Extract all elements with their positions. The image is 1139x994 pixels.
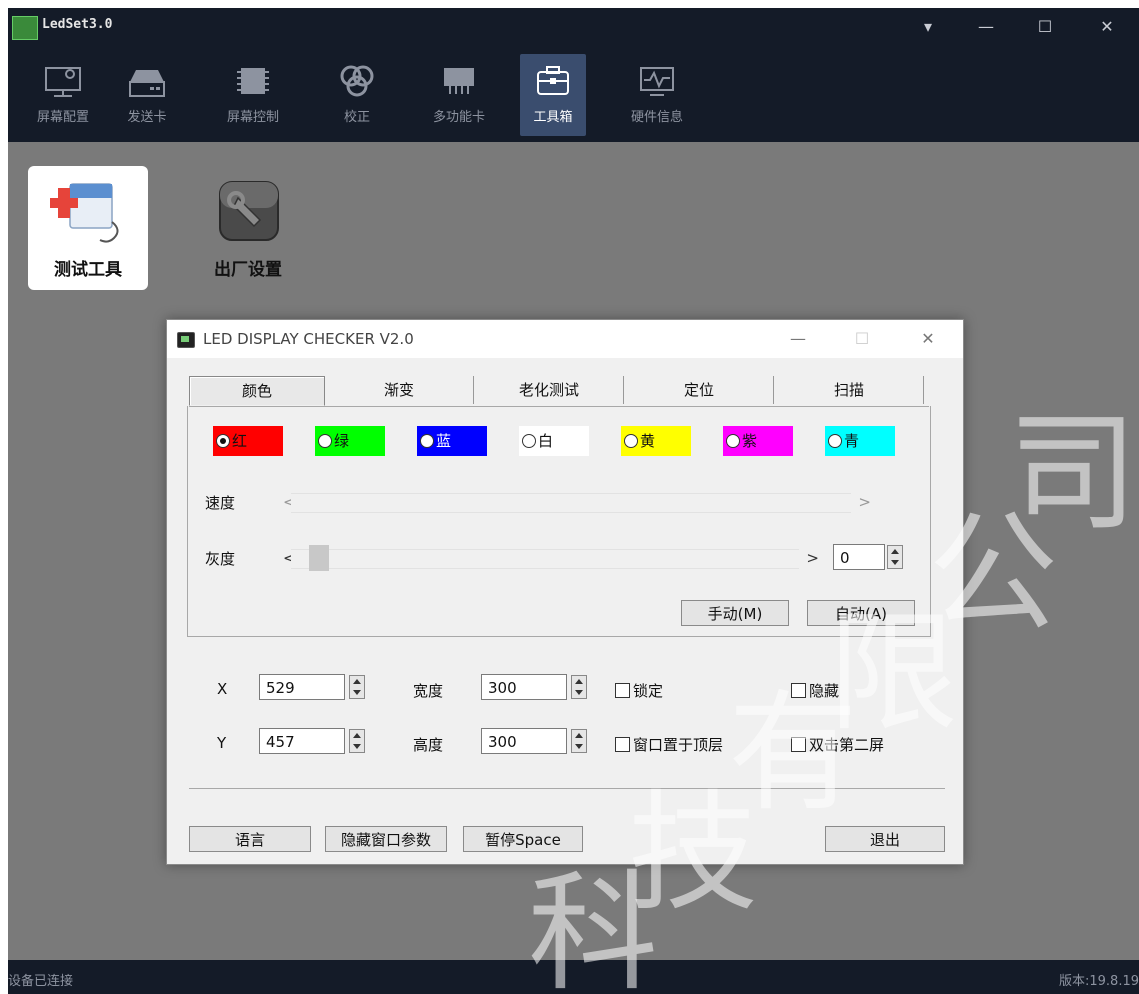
- double-click-second-screen-checkbox[interactable]: 双击第二屏: [791, 734, 884, 755]
- desktop-item-label: 出厂设置: [214, 260, 282, 280]
- tab-locate[interactable]: 定位: [625, 376, 774, 404]
- gray-spinner-icon[interactable]: [887, 545, 903, 569]
- multifunction-card-icon: [444, 68, 474, 94]
- toolbox-icon: [537, 66, 569, 95]
- toolbar-screen-control[interactable]: 屏幕控制: [220, 54, 286, 136]
- x-label: X: [217, 680, 228, 698]
- y-label: Y: [217, 734, 227, 752]
- color-option-purple[interactable]: 紫: [723, 426, 793, 456]
- speed-slider[interactable]: < >: [271, 493, 871, 513]
- toolbar-calibration[interactable]: 校正: [324, 54, 390, 136]
- close-button[interactable]: ✕: [1092, 14, 1122, 40]
- gray-value-input[interactable]: 0: [833, 544, 885, 570]
- manual-button[interactable]: 手动(M): [681, 600, 789, 626]
- color-option-red[interactable]: 红: [213, 426, 283, 456]
- factory-settings-icon: [219, 181, 279, 241]
- checkbox-icon: [615, 683, 630, 698]
- desktop-item-factory-settings[interactable]: 出厂设置: [188, 166, 308, 290]
- lock-checkbox[interactable]: 锁定: [615, 680, 663, 701]
- divider: [189, 788, 945, 789]
- dialog-close-button[interactable]: ✕: [913, 326, 943, 352]
- y-spinner-icon[interactable]: [349, 729, 365, 753]
- radio-icon: [726, 434, 740, 448]
- width-spinner-icon[interactable]: [571, 675, 587, 699]
- status-bar: 设备已连接 版本:19.8.19: [8, 960, 1139, 994]
- x-input[interactable]: 529: [259, 674, 345, 700]
- height-spinner-icon[interactable]: [571, 729, 587, 753]
- height-label: 高度: [413, 736, 444, 754]
- language-button[interactable]: 语言: [189, 826, 311, 852]
- rgb-circles-icon: [340, 65, 374, 97]
- toolbar-toolbox[interactable]: 工具箱: [520, 54, 586, 136]
- test-tool-icon: [50, 183, 119, 243]
- app-title: LedSet3.0: [42, 17, 113, 32]
- desktop-item-label: 测试工具: [54, 260, 122, 280]
- window-top-checkbox[interactable]: 窗口置于顶层: [615, 734, 723, 755]
- checkbox-icon: [791, 683, 806, 698]
- led-checker-dialog: LED DISPLAY CHECKER V2.0 — ☐ ✕ 颜色 渐变 老化测…: [166, 319, 964, 865]
- color-option-cyan[interactable]: 青: [825, 426, 895, 456]
- color-option-green[interactable]: 绿: [315, 426, 385, 456]
- hardware-monitor-icon: [640, 67, 674, 96]
- chip-icon: [237, 68, 269, 94]
- auto-button[interactable]: 自动(A): [807, 600, 915, 626]
- tab-aging-test[interactable]: 老化测试: [475, 376, 624, 404]
- menu-dropdown-icon[interactable]: ▾: [913, 14, 943, 40]
- pause-button[interactable]: 暂停Space: [463, 826, 583, 852]
- toolbar-sender-card[interactable]: 发送卡: [114, 54, 180, 136]
- toolbar-screen-config[interactable]: 屏幕配置: [30, 54, 96, 136]
- tab-color[interactable]: 颜色: [189, 376, 325, 406]
- color-option-blue[interactable]: 蓝: [417, 426, 487, 456]
- scroll-right-icon[interactable]: >: [806, 549, 819, 567]
- height-input[interactable]: 300: [481, 728, 567, 754]
- checkbox-icon: [791, 737, 806, 752]
- dialog-minimize-button[interactable]: —: [783, 326, 813, 352]
- gray-label: 灰度: [205, 550, 236, 568]
- width-input[interactable]: 300: [481, 674, 567, 700]
- x-spinner-icon[interactable]: [349, 675, 365, 699]
- dialog-app-icon: [177, 332, 195, 348]
- hide-checkbox[interactable]: 隐藏: [791, 680, 839, 701]
- dialog-title-bar: LED DISPLAY CHECKER V2.0 — ☐ ✕: [167, 320, 963, 358]
- color-option-white[interactable]: 白: [519, 426, 589, 456]
- minimize-button[interactable]: —: [971, 14, 1001, 40]
- speed-slider-track[interactable]: [291, 493, 851, 513]
- radio-icon: [318, 434, 332, 448]
- monitor-gear-icon: [45, 67, 81, 97]
- exit-button[interactable]: 退出: [825, 826, 945, 852]
- scroll-right-icon[interactable]: >: [858, 493, 871, 511]
- dialog-tab-bar: 颜色 渐变 老化测试 定位 扫描: [189, 376, 929, 407]
- color-option-yellow[interactable]: 黄: [621, 426, 691, 456]
- radio-icon: [624, 434, 638, 448]
- app-logo-icon: [12, 16, 38, 40]
- gray-slider-thumb[interactable]: [309, 545, 329, 571]
- app-window: LedSet3.0 ▾ — ☐ ✕ 屏幕配置 发送卡 屏幕控制 校正 多功能卡 …: [8, 8, 1139, 994]
- version-label: 版本:19.8.19: [1059, 974, 1139, 989]
- radio-icon: [420, 434, 434, 448]
- hide-params-button[interactable]: 隐藏窗口参数: [325, 826, 447, 852]
- connection-status: 设备已连接: [8, 974, 74, 989]
- title-bar: LedSet3.0 ▾ — ☐ ✕: [8, 8, 1139, 46]
- gray-slider[interactable]: < >: [271, 545, 819, 571]
- toolbar-multifunction-card[interactable]: 多功能卡: [426, 54, 492, 136]
- y-input[interactable]: 457: [259, 728, 345, 754]
- tab-gradient[interactable]: 渐变: [325, 376, 474, 404]
- maximize-button[interactable]: ☐: [1030, 14, 1060, 40]
- desktop-item-test-tool[interactable]: 测试工具: [28, 166, 148, 290]
- main-toolbar: 屏幕配置 发送卡 屏幕控制 校正 多功能卡 工具箱 硬件信息: [8, 46, 1139, 142]
- speed-label: 速度: [205, 494, 236, 512]
- radio-icon: [522, 434, 536, 448]
- radio-icon: [828, 434, 842, 448]
- tab-scan[interactable]: 扫描: [775, 376, 924, 404]
- width-label: 宽度: [413, 682, 444, 700]
- toolbar-hardware-info[interactable]: 硬件信息: [624, 54, 690, 136]
- radio-icon: [216, 434, 230, 448]
- watermark-char: 司: [1008, 397, 1139, 549]
- checkbox-icon: [615, 737, 630, 752]
- sender-card-icon: [129, 70, 165, 97]
- dialog-title: LED DISPLAY CHECKER V2.0: [203, 330, 414, 348]
- dialog-maximize-button[interactable]: ☐: [847, 326, 877, 352]
- gray-slider-track[interactable]: [291, 545, 799, 571]
